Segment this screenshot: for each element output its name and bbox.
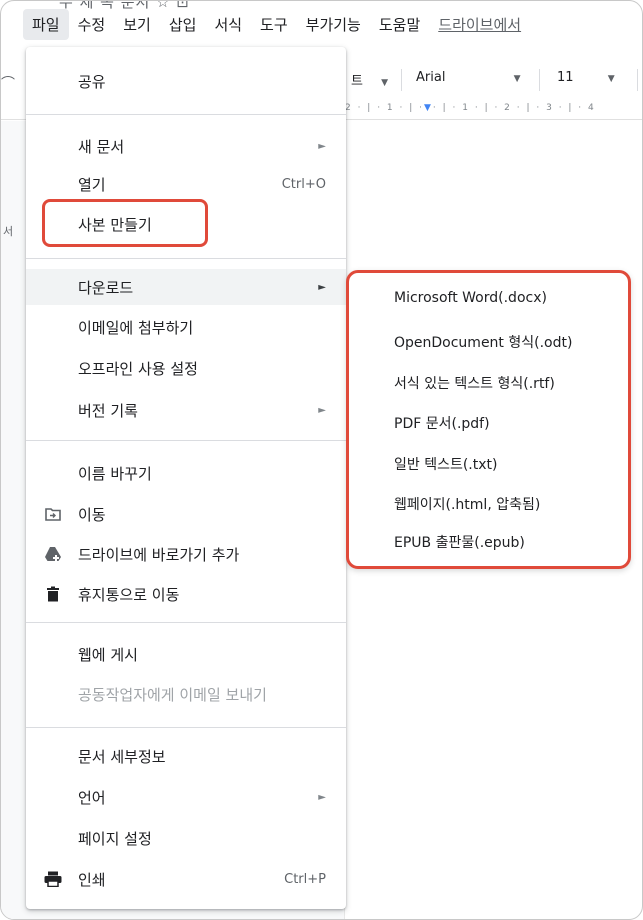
download-rtf[interactable]: 서식 있는 텍스트 형식(.rtf) — [394, 373, 555, 393]
menu-item-label: 페이지 설정 — [78, 829, 152, 848]
menu-item-page-setup[interactable]: 페이지 설정 — [26, 821, 346, 855]
menu-item-label: 인쇄 — [78, 870, 106, 889]
menu-item-label: 이동 — [78, 505, 106, 524]
style-dropdown-value: 트 — [351, 74, 363, 89]
menu-edit[interactable]: 수정 — [69, 9, 115, 40]
outline-label: 서 — [3, 225, 14, 238]
menu-addons[interactable]: 부가기능 — [297, 9, 370, 40]
download-submenu: Microsoft Word(.docx) OpenDocument 형식(.o… — [346, 270, 631, 569]
menu-insert[interactable]: 삽입 — [160, 9, 206, 40]
download-html[interactable]: 웹페이지(.html, 압축됨) — [394, 494, 540, 514]
menu-item-doc-details[interactable]: 문서 세부정보 — [26, 739, 346, 773]
download-epub[interactable]: EPUB 출판물(.epub) — [394, 532, 525, 552]
menu-divider — [26, 440, 346, 441]
menu-divider — [26, 622, 346, 623]
download-pdf[interactable]: PDF 문서(.pdf) — [394, 413, 490, 433]
folder-move-icon — [44, 505, 62, 523]
font-size-dropdown[interactable]: 11 ▼ — [557, 70, 615, 85]
menu-item-label: 버전 기록 — [78, 401, 138, 420]
menu-item-print[interactable]: 인쇄 Ctrl+P — [26, 862, 346, 896]
menu-help[interactable]: 도움말 — [370, 9, 429, 40]
menu-view[interactable]: 보기 — [114, 9, 160, 40]
menu-item-email-attach[interactable]: 이메일에 첨부하기 — [26, 310, 346, 344]
menu-item-offline[interactable]: 오프라인 사용 설정 — [26, 351, 346, 385]
file-menu: 공유 새 문서 ► 열기 Ctrl+O 사본 만들기 다운로드 ► 이메일에 첨… — [26, 47, 346, 909]
menu-file[interactable]: 파일 — [23, 8, 69, 40]
menu-item-label: 드라이브에 바로가기 추가 — [78, 545, 240, 564]
shortcut-text: Ctrl+O — [281, 176, 326, 192]
menu-divider — [26, 727, 346, 728]
menu-item-new-doc[interactable]: 새 문서 ► — [26, 129, 346, 163]
ruler-scale-left: 2 · | · 1 · | · — [345, 103, 424, 113]
ruler-scale-right: · | · 1 · | · 2 · | · 3 · | · 4 — [432, 103, 596, 113]
font-dropdown[interactable]: Arial ▼ — [416, 70, 521, 85]
trash-icon — [44, 585, 62, 603]
menu-item-trash[interactable]: 휴지통으로 이동 — [26, 577, 346, 611]
submenu-arrow-icon: ► — [318, 791, 326, 803]
menu-item-download[interactable]: 다운로드 ► — [26, 269, 346, 305]
font-dropdown-value: Arial — [416, 70, 446, 85]
menu-divider — [26, 114, 346, 115]
menu-item-label: 열기 — [78, 175, 106, 194]
ruler[interactable]: 2 · | · 1 · | ·▼· | · 1 · | · 2 · | · 3 … — [345, 103, 642, 119]
toolbar-divider — [539, 69, 540, 91]
chevron-down-icon: ▼ — [381, 78, 389, 88]
menu-item-label: 문서 세부정보 — [78, 747, 166, 766]
menu-item-label: 이름 바꾸기 — [78, 464, 152, 483]
menu-bar: 파일 수정 보기 삽입 서식 도구 부가기능 도움말 드라이브에서 — [1, 1, 642, 47]
menu-item-label: 오프라인 사용 설정 — [78, 359, 198, 378]
menu-format[interactable]: 서식 — [205, 9, 251, 40]
menu-drive-link[interactable]: 드라이브에서 — [429, 9, 530, 40]
menu-item-publish-web[interactable]: 웹에 게시 — [26, 637, 346, 671]
menu-divider — [26, 258, 346, 259]
chevron-down-icon: ▼ — [513, 74, 521, 84]
indent-marker-icon[interactable]: ▼ — [424, 103, 433, 113]
menu-item-add-shortcut[interactable]: 드라이브에 바로가기 추가 — [26, 537, 346, 571]
menu-item-label: 다운로드 — [78, 278, 134, 297]
submenu-arrow-icon: ► — [318, 404, 326, 416]
download-txt[interactable]: 일반 텍스트(.txt) — [394, 454, 498, 474]
make-copy-highlight — [42, 199, 208, 247]
menu-item-label: 새 문서 — [78, 137, 125, 156]
menu-item-label: 공유 — [78, 72, 106, 91]
submenu-arrow-icon: ► — [318, 281, 326, 293]
download-docx[interactable]: Microsoft Word(.docx) — [394, 290, 547, 306]
menu-tools[interactable]: 도구 — [251, 9, 297, 40]
undo-icon[interactable]: ⌒ — [1, 73, 15, 93]
shortcut-text: Ctrl+P — [284, 871, 326, 887]
chevron-down-icon: ▼ — [607, 74, 615, 84]
app-window: 무 제 목 문서 ☆ ⊡ 파일 수정 보기 삽입 서식 도구 부가기능 도움말 … — [0, 0, 643, 920]
drive-shortcut-icon — [44, 545, 62, 563]
toolbar-divider — [637, 69, 638, 91]
menu-item-language[interactable]: 언어 ► — [26, 780, 346, 814]
submenu-arrow-icon: ► — [318, 140, 326, 152]
menu-item-email-collaborators: 공동작업자에게 이메일 보내기 — [26, 677, 346, 711]
menu-item-share[interactable]: 공유 — [26, 64, 346, 98]
menu-item-label: 공동작업자에게 이메일 보내기 — [78, 685, 267, 704]
menu-item-label: 이메일에 첨부하기 — [78, 318, 194, 337]
menu-item-label: 웹에 게시 — [78, 645, 138, 664]
toolbar-divider — [401, 69, 402, 91]
style-dropdown[interactable]: 트 ▼ — [351, 70, 388, 89]
menu-item-label: 휴지통으로 이동 — [78, 585, 180, 604]
menu-item-rename[interactable]: 이름 바꾸기 — [26, 456, 346, 490]
menu-item-version-history[interactable]: 버전 기록 ► — [26, 393, 346, 427]
font-size-value: 11 — [557, 70, 574, 85]
menu-item-open[interactable]: 열기 Ctrl+O — [26, 167, 346, 201]
print-icon — [44, 870, 62, 888]
menu-item-label: 언어 — [78, 788, 106, 807]
download-odt[interactable]: OpenDocument 형식(.odt) — [394, 332, 572, 352]
menu-item-move[interactable]: 이동 — [26, 497, 346, 531]
